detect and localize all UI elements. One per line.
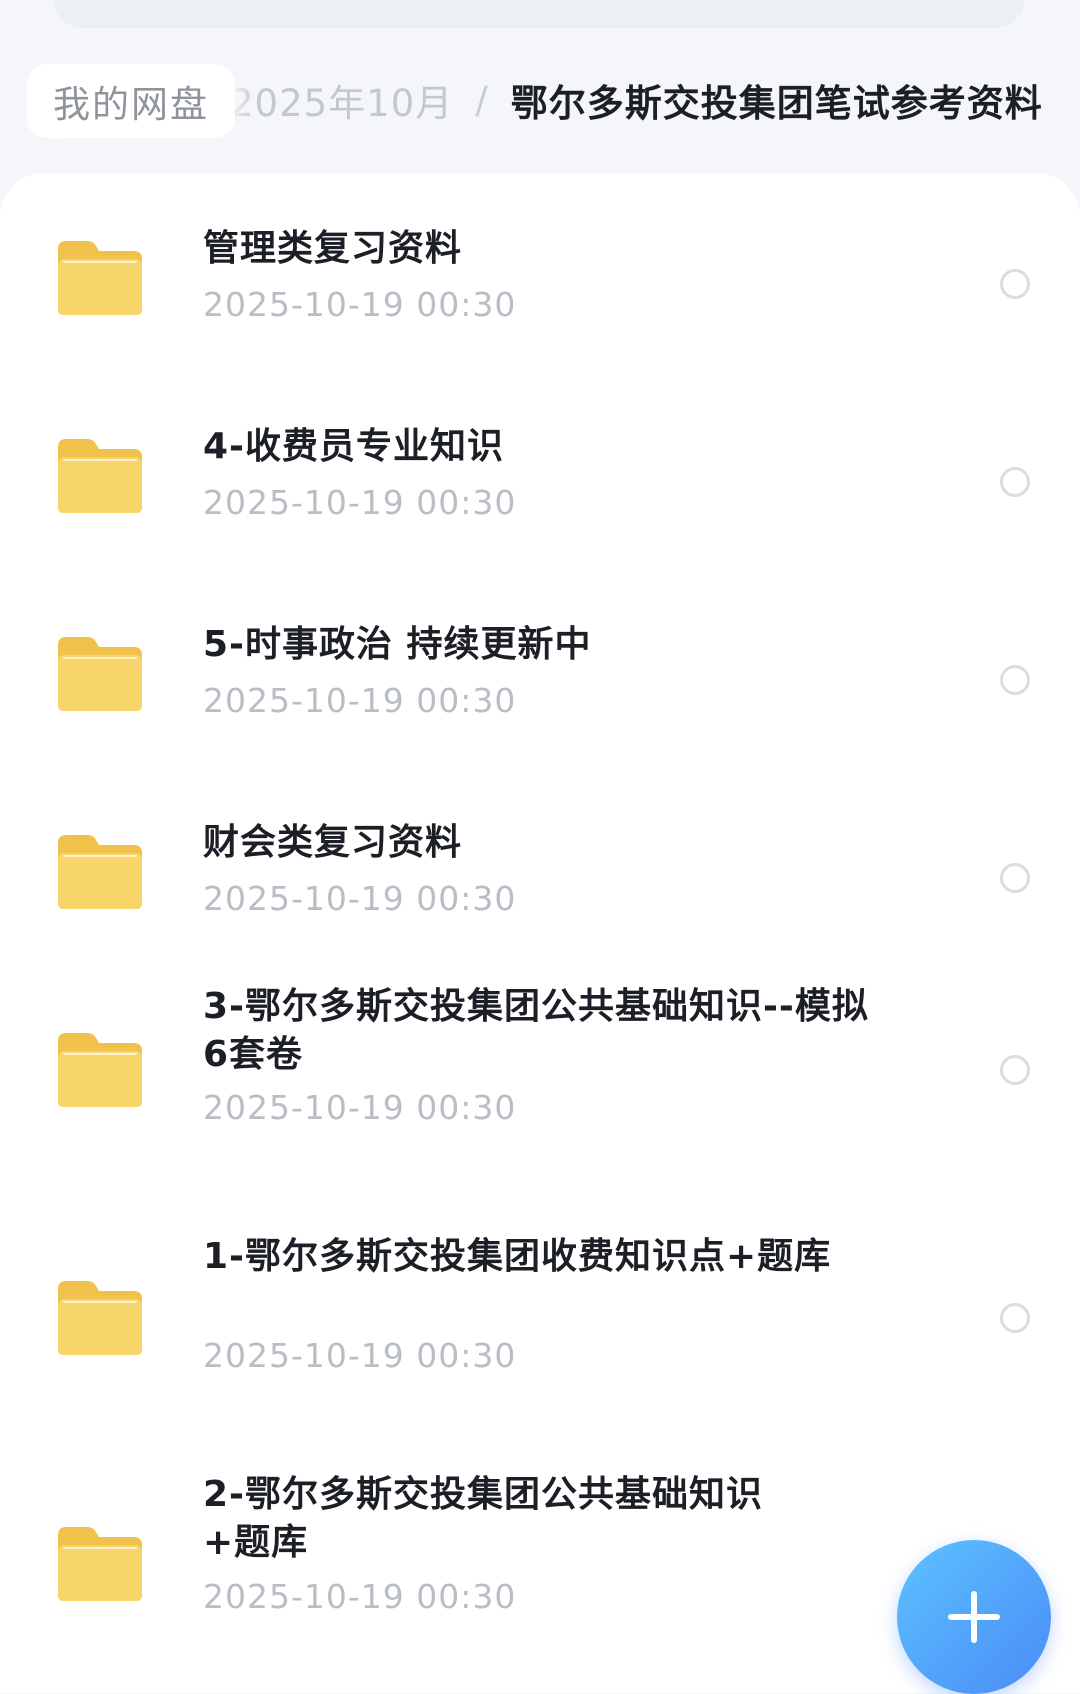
- file-list-item[interactable]: 3-鄂尔多斯交投集团公共基础知识--模拟6套卷 2025-10-19 00:30: [0, 986, 1080, 1219]
- file-name: 4-收费员专业知识: [203, 426, 504, 467]
- file-date: 2025-10-19 00:30: [203, 285, 517, 324]
- select-radio[interactable]: [1000, 467, 1030, 497]
- breadcrumb-item-current: 鄂尔多斯交投集团笔试参考资料: [510, 82, 1043, 125]
- file-list-panel: 管理类复习资料 2025-10-19 00:30 4-收费员专业知识 2025-…: [0, 173, 1080, 1693]
- folder-icon: [58, 1033, 142, 1107]
- breadcrumb: 2025年10月 / 鄂尔多斯交投集团笔试参考资料 我的网盘: [0, 60, 1080, 140]
- file-list-item[interactable]: 财会类复习资料 2025-10-19 00:30: [0, 791, 1080, 971]
- breadcrumb-item-previous[interactable]: 2025年10月: [230, 73, 453, 127]
- file-date: 2025-10-19 00:30: [203, 1336, 517, 1375]
- breadcrumb-path: 2025年10月 / 鄂尔多斯交投集团笔试参考资料: [200, 60, 1050, 140]
- plus-icon: [948, 1591, 1000, 1643]
- file-list-item[interactable]: 4-收费员专业知识 2025-10-19 00:30: [0, 395, 1080, 575]
- breadcrumb-separator: /: [475, 78, 489, 122]
- breadcrumb-root-button[interactable]: 我的网盘: [27, 64, 235, 138]
- select-radio[interactable]: [1000, 863, 1030, 893]
- select-radio[interactable]: [1000, 1303, 1030, 1333]
- folder-icon: [58, 241, 142, 315]
- add-button[interactable]: [897, 1540, 1051, 1694]
- file-date: 2025-10-19 00:30: [203, 1088, 517, 1127]
- file-list-item[interactable]: 管理类复习资料 2025-10-19 00:30: [0, 195, 1080, 375]
- file-date: 2025-10-19 00:30: [203, 879, 517, 918]
- file-date: 2025-10-19 00:30: [203, 681, 517, 720]
- file-name: 5-时事政治 持续更新中: [203, 624, 592, 665]
- file-date: 2025-10-19 00:30: [203, 1577, 517, 1616]
- folder-icon: [58, 439, 142, 513]
- folder-icon: [58, 637, 142, 711]
- folder-icon: [58, 1281, 142, 1355]
- select-radio[interactable]: [1000, 665, 1030, 695]
- file-list-item[interactable]: 1-鄂尔多斯交投集团收费知识点+题库 2025-10-19 00:30: [0, 1236, 1080, 1437]
- file-name: 1-鄂尔多斯交投集团收费知识点+题库: [203, 1236, 832, 1277]
- file-date: 2025-10-19 00:30: [203, 483, 517, 522]
- select-radio[interactable]: [1000, 1055, 1030, 1085]
- file-name: 财会类复习资料: [203, 822, 463, 863]
- file-name: 管理类复习资料: [203, 228, 463, 269]
- search-bar[interactable]: [53, 0, 1025, 28]
- file-list-item[interactable]: 5-时事政治 持续更新中 2025-10-19 00:30: [0, 593, 1080, 773]
- folder-icon: [58, 1527, 142, 1601]
- file-name: 2-鄂尔多斯交投集团公共基础知识+题库: [203, 1474, 763, 1563]
- folder-icon: [58, 835, 142, 909]
- file-name: 3-鄂尔多斯交投集团公共基础知识--模拟6套卷: [203, 986, 869, 1075]
- select-radio[interactable]: [1000, 269, 1030, 299]
